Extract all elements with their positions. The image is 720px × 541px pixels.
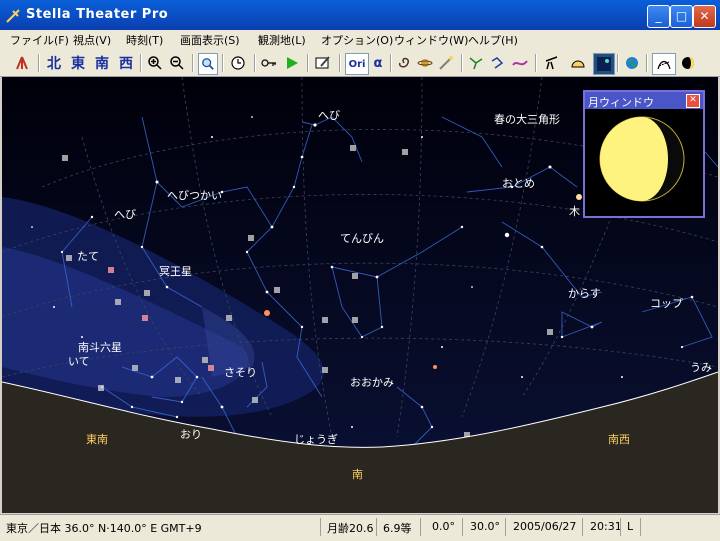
menu-file[interactable]: ファイル(F) [10, 32, 69, 48]
status-bar: 東京／日本 36.0° N·140.0° E GMT+9 月齢20.6 6.9等… [0, 514, 720, 541]
moon-window-close-button[interactable]: ✕ [686, 94, 700, 108]
status-azimuth: 30.0° [470, 520, 500, 533]
planet-icon[interactable] [416, 53, 434, 73]
search-icon[interactable] [198, 53, 218, 75]
milky-way-icon[interactable] [511, 53, 529, 73]
dome-icon[interactable] [567, 53, 589, 73]
orbit-icon[interactable] [652, 53, 676, 75]
menu-window[interactable]: ウィンドウ(W) [394, 32, 468, 48]
label-ophiuchus: へびつかい [167, 189, 222, 202]
north-button[interactable]: 北 [44, 53, 64, 73]
close-button[interactable]: ✕ [693, 5, 716, 28]
constellation-art-icon[interactable] [489, 53, 507, 73]
label-virgo: おとめ [502, 177, 535, 190]
menu-bar: ファイル(F) 視点(V) 時刻(T) 画面表示(S) 観測地(L) オプション… [0, 30, 720, 50]
status-moon-age: 月齢20.6 [327, 522, 374, 535]
moon-window[interactable]: 月ウィンドウ ✕ [583, 90, 705, 218]
label-sagittarius: いて [68, 355, 90, 368]
status-altitude: 0.0° [432, 520, 455, 533]
play-icon[interactable] [283, 53, 301, 73]
label-serpens-north: へび [318, 109, 340, 122]
label-scorpius: さそり [224, 366, 257, 379]
toolbar: 北 東 南 西 Ori α [0, 50, 720, 77]
status-location: 東京／日本 36.0° N·140.0° E GMT+9 [6, 522, 202, 535]
moon-phase-icon[interactable] [678, 53, 698, 73]
label-hydra: うみ [690, 361, 712, 374]
zoom-in-icon[interactable] [146, 53, 164, 73]
title-bar: Stella Theater Pro _ □ ✕ [0, 0, 720, 30]
menu-time[interactable]: 時刻(T) [126, 32, 163, 48]
constellation-lines-icon[interactable] [467, 53, 485, 73]
label-southeast: 東南 [86, 433, 108, 446]
observer-icon[interactable] [12, 53, 32, 73]
menu-options[interactable]: オプション(O) [321, 32, 393, 48]
clock-icon[interactable] [228, 53, 248, 73]
ori-button[interactable]: Ori [345, 53, 369, 75]
south-button[interactable]: 南 [92, 53, 112, 73]
label-scutum: たて [77, 250, 99, 263]
label-serpens-south: へび [114, 208, 136, 221]
moon-phase-image [599, 116, 685, 202]
alpha-button[interactable]: α [370, 53, 386, 73]
window-title: Stella Theater Pro [26, 7, 169, 22]
app-icon [6, 9, 20, 23]
label-pluto: 冥王星 [159, 265, 192, 278]
moon-window-titlebar[interactable]: 月ウィンドウ ✕ [585, 92, 703, 109]
label-jupiter: 木 [569, 205, 580, 218]
label-spring-triangle: 春の大三角形 [494, 113, 560, 126]
minimize-button[interactable]: _ [647, 5, 670, 28]
menu-help[interactable]: ヘルプ(H) [468, 32, 518, 48]
status-magnitude: 6.9等 [383, 522, 412, 535]
label-ara: おり [180, 428, 202, 441]
status-mode: L [627, 520, 634, 533]
sky-view-icon[interactable] [593, 53, 615, 75]
globe-icon[interactable] [622, 53, 642, 73]
edit-icon[interactable] [313, 53, 333, 73]
telescope-icon[interactable] [541, 53, 563, 73]
moon-window-title: 月ウィンドウ [588, 96, 654, 109]
status-date: 2005/06/27 [513, 520, 577, 533]
label-lupus: おおかみ [350, 376, 394, 389]
menu-display[interactable]: 画面表示(S) [180, 32, 240, 48]
comet-icon[interactable] [437, 53, 455, 73]
zoom-out-icon[interactable] [168, 53, 186, 73]
status-time: 20:31 [590, 520, 622, 533]
east-button[interactable]: 東 [68, 53, 88, 73]
label-crater: コップ [650, 297, 683, 310]
key-icon[interactable] [260, 53, 278, 73]
label-south: 南 [352, 468, 363, 481]
menu-location[interactable]: 観測地(L) [258, 32, 306, 48]
label-norma: じょうぎ [294, 433, 338, 446]
label-southwest: 南西 [608, 433, 630, 446]
label-libra: てんびん [340, 232, 384, 245]
menu-view[interactable]: 視点(V) [73, 32, 111, 48]
label-corvus: からす [568, 287, 601, 300]
galaxy-icon[interactable] [395, 53, 413, 73]
maximize-button[interactable]: □ [670, 5, 693, 28]
west-button[interactable]: 西 [116, 53, 136, 73]
